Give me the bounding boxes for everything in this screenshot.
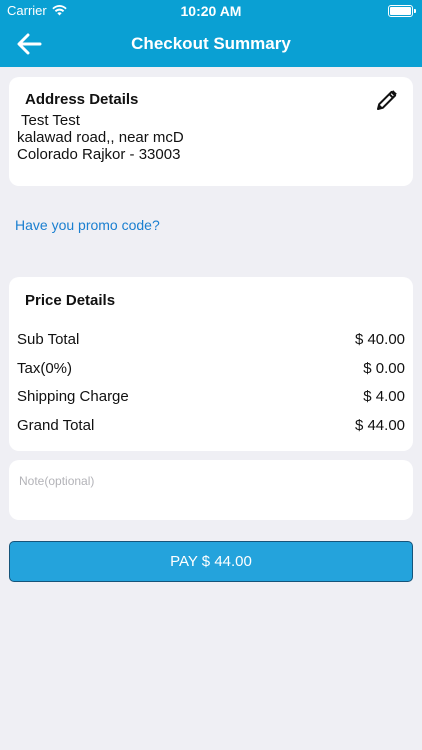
subtotal-value: $ 40.00 [354, 331, 405, 348]
grand-total-label: Grand Total [17, 417, 95, 434]
note-input[interactable] [19, 474, 399, 488]
price-row-shipping: Shipping Charge $ 4.00 [17, 388, 405, 408]
price-row-subtotal: Sub Total $ 40.00 [17, 331, 405, 351]
shipping-value: $ 4.00 [363, 388, 405, 405]
tax-label: Tax(0%) [17, 360, 73, 377]
promo-code-link[interactable]: Have you promo code? [15, 217, 160, 233]
battery-icon [388, 5, 416, 17]
tax-value: $ 0.00 [363, 360, 405, 377]
price-row-tax: Tax(0%) $ 0.00 [17, 360, 405, 380]
address-card: Address Details Test Test kalawad road,,… [9, 77, 413, 186]
subtotal-label: Sub Total [17, 331, 80, 348]
address-street: kalawad road,, near mcD [17, 129, 184, 146]
shipping-label: Shipping Charge [17, 388, 129, 405]
grand-total-value: $ 44.00 [354, 417, 405, 434]
pay-button[interactable]: PAY $ 44.00 [9, 541, 413, 582]
pencil-icon[interactable] [375, 88, 399, 112]
price-heading: Price Details [25, 292, 116, 309]
price-details-card: Price Details Sub Total $ 40.00 Tax(0%) … [9, 277, 413, 451]
note-card [9, 460, 413, 520]
status-bar: Carrier 10:20 AM [0, 0, 422, 22]
price-row-grand-total: Grand Total $ 44.00 [17, 417, 405, 437]
address-heading: Address Details [25, 91, 139, 108]
page-title: Checkout Summary [131, 34, 291, 53]
address-city: Colorado Rajkor - 33003 [17, 146, 181, 163]
status-time: 10:20 AM [180, 3, 242, 19]
app-header: Carrier 10:20 AM Checkout Summary [0, 0, 422, 67]
address-name: Test Test [21, 112, 80, 129]
